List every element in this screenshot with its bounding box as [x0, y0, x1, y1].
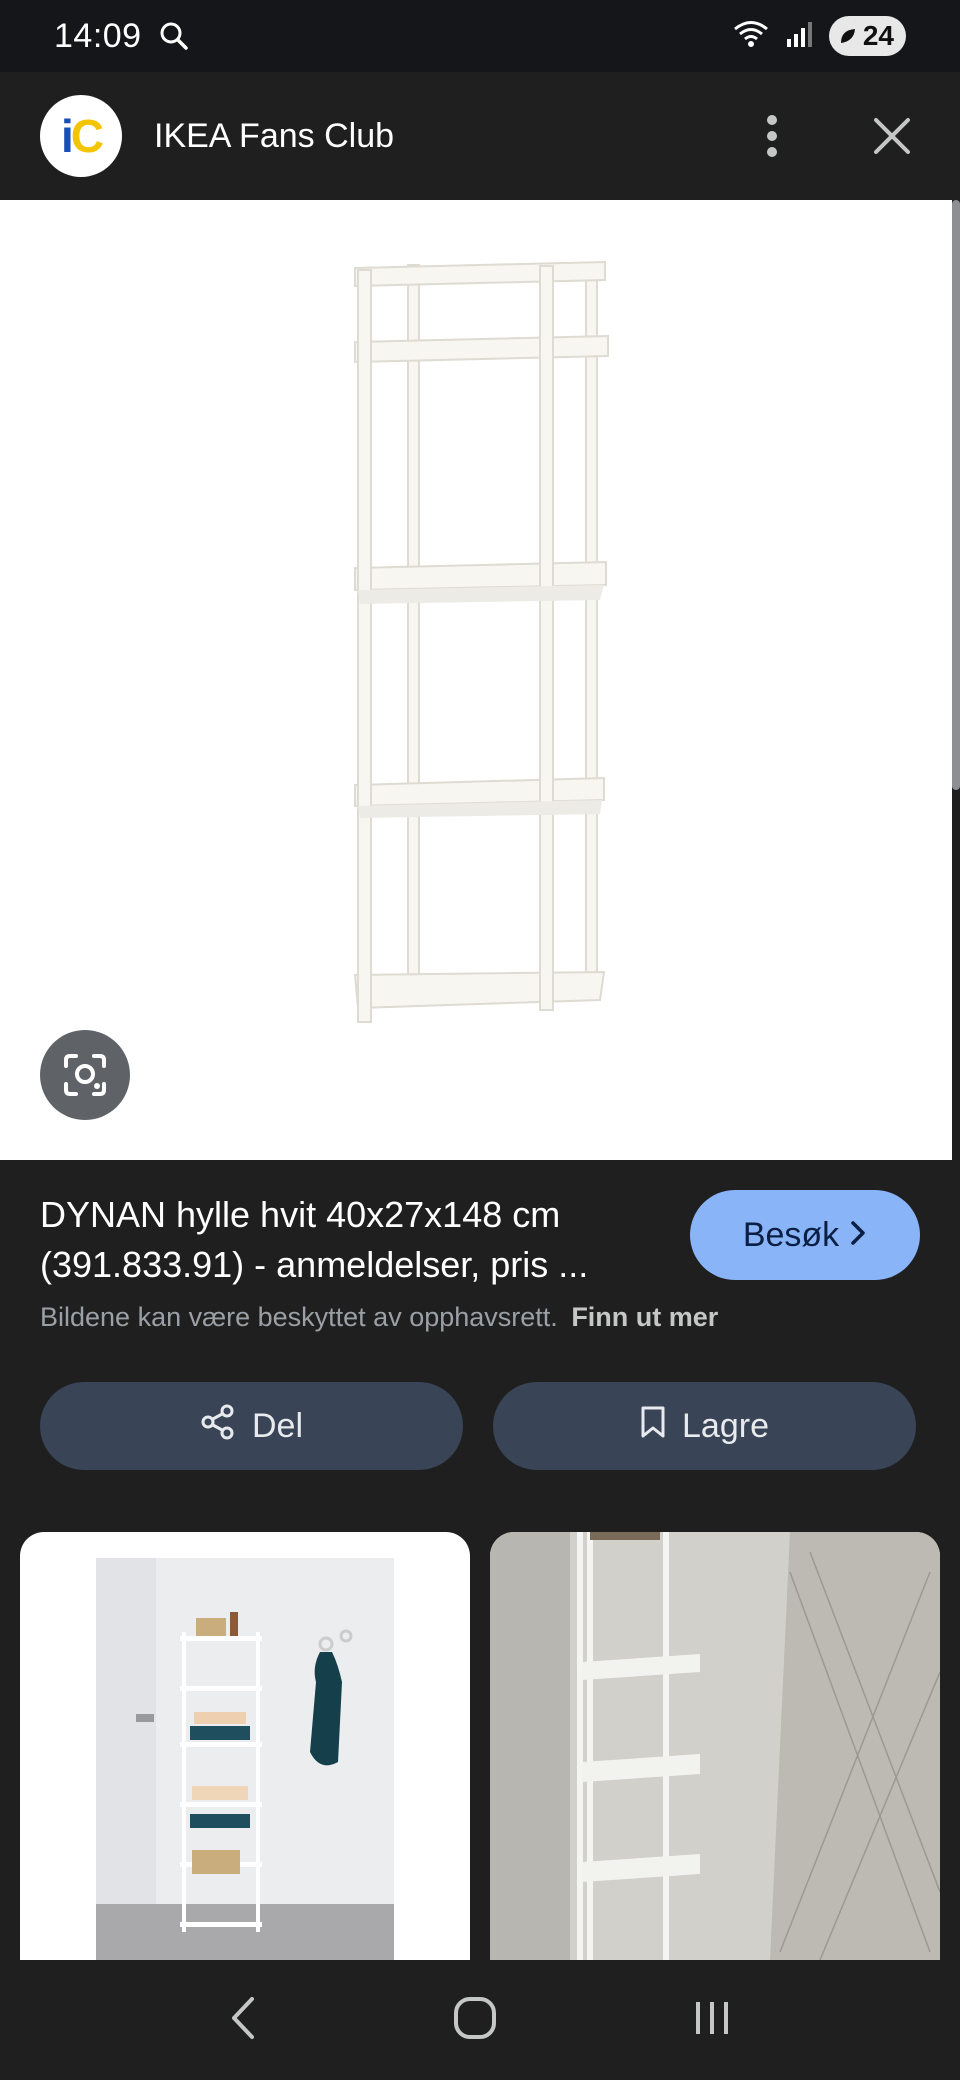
system-nav-bar: [0, 1960, 960, 2080]
more-vert-icon[interactable]: [744, 108, 800, 164]
bathroom-shelf-image: [96, 1558, 394, 1960]
battery-level: 24: [862, 20, 894, 51]
action-row: Del Lagre: [40, 1382, 916, 1470]
copyright-text: Bildene kan være beskyttet av opphavsret…: [40, 1302, 558, 1332]
storage-shelf-image: [490, 1532, 940, 1960]
header: iC IKEA Fans Club: [0, 72, 960, 200]
recents-icon[interactable]: [692, 1998, 732, 2043]
product-title[interactable]: DYNAN hylle hvit 40x27x148 cm (391.833.9…: [40, 1190, 680, 1290]
status-bar: 14:09 24: [0, 0, 960, 72]
home-icon[interactable]: [453, 1996, 497, 2045]
visit-label: Besøk: [742, 1215, 840, 1254]
back-icon[interactable]: [228, 1995, 258, 2046]
battery-icon: 24: [828, 16, 906, 56]
visit-button[interactable]: Besøk: [690, 1190, 920, 1280]
copyright-notice: Bildene kan være beskyttet av opphavsret…: [40, 1302, 718, 1333]
lens-icon[interactable]: [40, 1030, 130, 1120]
related-image-card[interactable]: [490, 1532, 940, 1960]
share-label: Del: [251, 1406, 304, 1445]
site-title[interactable]: IKEA Fans Club: [154, 117, 394, 156]
wifi-icon: [731, 18, 771, 55]
site-logo[interactable]: iC: [40, 95, 122, 177]
related-image-card[interactable]: [20, 1532, 470, 1960]
save-label: Lagre: [682, 1406, 769, 1445]
search-icon: [158, 20, 190, 52]
product-image[interactable]: [0, 200, 952, 1160]
bookmark-icon: [640, 1405, 666, 1448]
signal-icon: [785, 19, 815, 54]
close-icon[interactable]: [864, 108, 920, 164]
status-indicators: 24: [731, 16, 906, 56]
chevron-right-icon: [849, 1216, 867, 1255]
product-info: DYNAN hylle hvit 40x27x148 cm (391.833.9…: [40, 1190, 920, 1290]
status-time: 14:09: [54, 16, 142, 55]
share-icon: [200, 1404, 236, 1449]
scrollbar[interactable]: [952, 200, 960, 790]
share-button[interactable]: Del: [40, 1382, 463, 1470]
save-button[interactable]: Lagre: [493, 1382, 916, 1470]
learn-more-link[interactable]: Finn ut mer: [571, 1302, 718, 1332]
shelf-illustration: [353, 260, 609, 1023]
